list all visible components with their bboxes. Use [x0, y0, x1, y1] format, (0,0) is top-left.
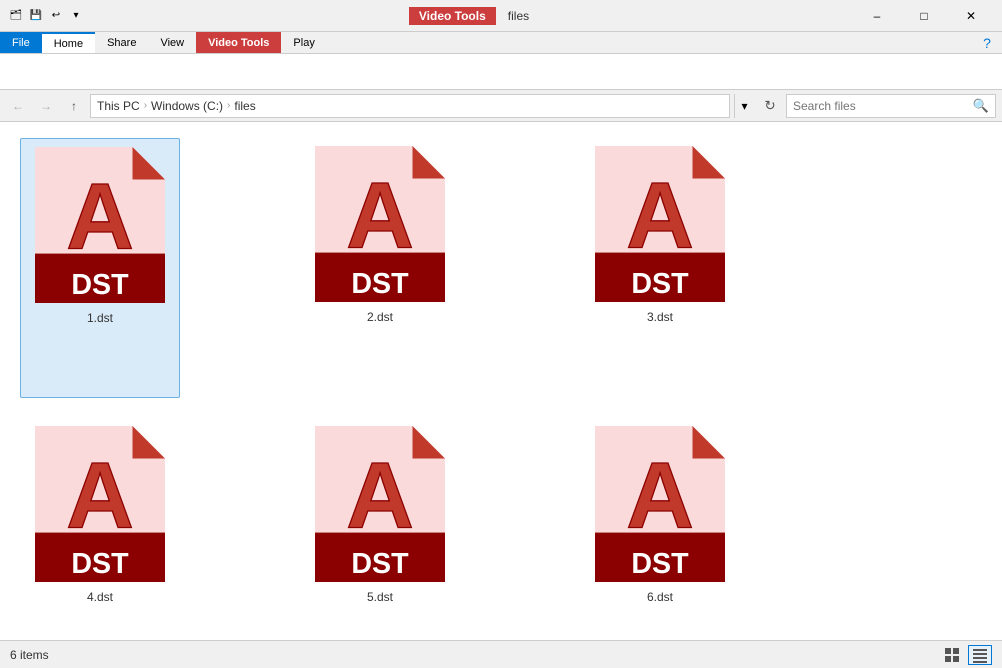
svg-text:A: A: [346, 442, 414, 547]
status-bar: 6 items: [0, 640, 1002, 668]
tab-file[interactable]: File: [0, 32, 42, 53]
qat-dropdown-icon[interactable]: ▾: [68, 8, 84, 24]
minimize-button[interactable]: –: [854, 0, 900, 32]
file-name-3: 3.dst: [647, 310, 673, 324]
file-item-3[interactable]: ADST 3.dst: [580, 138, 740, 398]
file-item-1[interactable]: ADST 1.dst: [20, 138, 180, 398]
breadcrumb-thispc: This PC: [97, 99, 140, 113]
back-button[interactable]: ←: [6, 94, 30, 118]
file-icon-3: ADST: [595, 144, 725, 304]
svg-text:A: A: [66, 163, 134, 268]
undo-icon[interactable]: ↩: [48, 8, 64, 24]
file-icon-5: ADST: [315, 424, 445, 584]
file-name-2: 2.dst: [367, 310, 393, 324]
file-item-4[interactable]: ADST 4.dst: [20, 418, 180, 640]
nav-bar: ← → ↑ This PC › Windows (C:) › files ▾ ↻…: [0, 90, 1002, 122]
svg-text:A: A: [346, 162, 414, 267]
ribbon-content: [0, 54, 1002, 90]
file-grid: ADST1.dstADST2.dstADST3.dstADST4.dstADST…: [0, 122, 1002, 640]
tab-share[interactable]: Share: [95, 32, 148, 53]
up-button[interactable]: ↑: [62, 94, 86, 118]
details-view-button[interactable]: [968, 645, 992, 665]
address-bar[interactable]: This PC › Windows (C:) › files: [90, 94, 730, 118]
svg-text:A: A: [626, 162, 694, 267]
refresh-button[interactable]: ↻: [758, 94, 782, 118]
file-name-6: 6.dst: [647, 590, 673, 604]
main-area: ADST1.dstADST2.dstADST3.dstADST4.dstADST…: [0, 122, 1002, 640]
maximize-button[interactable]: □: [901, 0, 947, 32]
file-name-5: 5.dst: [367, 590, 393, 604]
file-icon-6: ADST: [595, 424, 725, 584]
svg-text:DST: DST: [351, 268, 409, 300]
file-icon-1: ADST: [35, 145, 165, 305]
forward-button[interactable]: →: [34, 94, 58, 118]
system-icon: 🗂: [8, 8, 24, 24]
file-item-6[interactable]: ADST 6.dst: [580, 418, 740, 640]
svg-text:DST: DST: [351, 548, 409, 580]
file-item-5[interactable]: ADST 5.dst: [300, 418, 460, 640]
title-label: files: [508, 9, 529, 23]
title-bar-text: Video Tools files: [84, 7, 854, 25]
search-icon: 🔍: [973, 98, 989, 114]
search-bar[interactable]: 🔍: [786, 94, 996, 118]
svg-text:A: A: [626, 442, 694, 547]
breadcrumb-windows: Windows (C:): [151, 99, 223, 113]
breadcrumb-files: files: [234, 99, 255, 113]
title-bar: 🗂 💾 ↩ ▾ Video Tools files – □ ✕: [0, 0, 1002, 32]
svg-text:DST: DST: [71, 548, 129, 580]
item-count: 6 items: [10, 648, 49, 662]
file-icon-4: ADST: [35, 424, 165, 584]
svg-text:DST: DST: [631, 548, 689, 580]
view-controls: [940, 645, 992, 665]
address-dropdown-button[interactable]: ▾: [734, 94, 754, 118]
file-name-1: 1.dst: [87, 311, 113, 325]
svg-text:A: A: [66, 442, 134, 547]
svg-text:DST: DST: [631, 268, 689, 300]
tab-video-tools[interactable]: Video Tools: [196, 32, 281, 53]
title-bar-quick-access: 🗂 💾 ↩ ▾: [8, 8, 84, 24]
tab-play[interactable]: Play: [281, 32, 326, 53]
svg-text:DST: DST: [71, 269, 129, 301]
file-icon-2: ADST: [315, 144, 445, 304]
tab-home[interactable]: Home: [42, 32, 95, 53]
file-item-2[interactable]: ADST 2.dst: [300, 138, 460, 398]
ribbon-tabs: File Home Share View Video Tools Play ?: [0, 32, 1002, 54]
window-controls: – □ ✕: [854, 0, 994, 32]
file-name-4: 4.dst: [87, 590, 113, 604]
tab-view[interactable]: View: [148, 32, 196, 53]
video-tools-label: Video Tools: [409, 7, 496, 25]
large-icons-view-button[interactable]: [940, 645, 964, 665]
search-input[interactable]: [793, 99, 969, 113]
save-icon[interactable]: 💾: [28, 8, 44, 24]
help-icon[interactable]: ?: [972, 32, 1002, 54]
close-button[interactable]: ✕: [948, 0, 994, 32]
